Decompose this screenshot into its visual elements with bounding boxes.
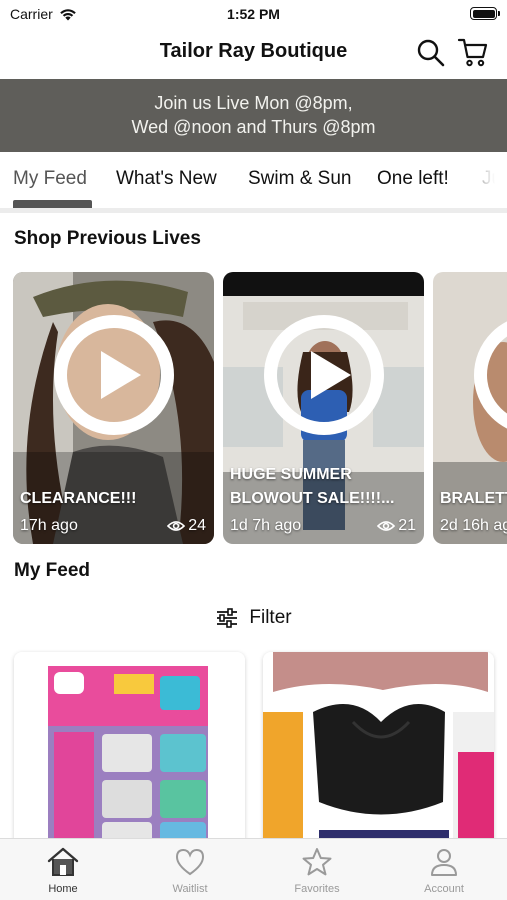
announcement-line-2: Wed @noon and Thurs @8pm (131, 117, 376, 137)
bottom-nav: Home Waitlist Favorites Account (0, 838, 507, 900)
status-bar: Carrier 1:52 PM (0, 0, 507, 28)
star-icon (302, 848, 332, 876)
tab-one-left[interactable]: One left! (377, 168, 449, 190)
cart-button[interactable] (457, 36, 489, 68)
heart-icon (175, 848, 205, 876)
category-tabs: My Feed What's New Swim & Sun One left! … (0, 152, 507, 208)
product-card[interactable] (263, 652, 494, 852)
live-card[interactable]: BRALETTES AND MORE 2d 16h ago (433, 272, 507, 544)
live-title: CLEARANCE!!! (20, 490, 137, 507)
nav-waitlist[interactable]: Waitlist (127, 847, 253, 895)
toy-display-image (14, 652, 245, 852)
search-icon (417, 39, 445, 67)
live-age: 1d 7h ago (230, 517, 302, 534)
nav-favorites[interactable]: Favorites (254, 847, 380, 895)
app-header: Tailor Ray Boutique (0, 28, 507, 78)
tabs-divider (0, 208, 507, 213)
bralette-display-image (263, 652, 494, 852)
live-views: 24 (188, 517, 206, 534)
tab-whats-new[interactable]: What's New (116, 168, 217, 190)
announcement-line-1: Join us Live Mon @8pm, (154, 93, 353, 113)
search-button[interactable] (416, 38, 446, 68)
person-icon (431, 849, 457, 876)
eye-icon (167, 521, 186, 531)
live-title: HUGE SUMMER BLOWOUT SALE!!!!... (230, 466, 395, 507)
tab-my-feed[interactable]: My Feed (13, 168, 87, 190)
filter-label: Filter (249, 607, 292, 628)
nav-account-label: Account (424, 883, 464, 895)
product-card[interactable] (14, 652, 245, 852)
live-views: 21 (398, 517, 416, 534)
eye-icon (377, 521, 396, 531)
live-card[interactable]: HUGE SUMMER BLOWOUT SALE!!!!... 1d 7h ag… (223, 272, 424, 544)
clock: 1:52 PM (227, 6, 280, 22)
nav-waitlist-label: Waitlist (172, 883, 208, 895)
live-title: BRALETTES AND MORE (440, 490, 507, 507)
play-icon (54, 315, 174, 435)
filter-button[interactable]: Filter (0, 606, 507, 630)
nav-home[interactable]: Home (0, 847, 126, 895)
active-tab-indicator (13, 200, 92, 208)
nav-account[interactable]: Account (381, 847, 507, 895)
tab-swim-and-sun[interactable]: Swim & Sun (248, 168, 351, 190)
lives-section-title: Shop Previous Lives (14, 228, 201, 249)
cart-icon (457, 38, 488, 67)
play-icon (264, 315, 384, 435)
home-icon (47, 847, 79, 876)
nav-home-label: Home (48, 883, 78, 895)
battery-icon (470, 7, 500, 20)
nav-favorites-label: Favorites (294, 883, 340, 895)
live-age: 17h ago (20, 517, 78, 534)
live-age: 2d 16h ago (440, 517, 507, 534)
live-card[interactable]: CLEARANCE!!! 17h ago 24 (13, 272, 214, 544)
feed-section-title: My Feed (14, 560, 91, 581)
announcement-banner: Join us Live Mon @8pm, Wed @noon and Thu… (0, 79, 507, 152)
sliders-icon (217, 608, 238, 628)
lives-carousel[interactable]: CLEARANCE!!! 17h ago 24 HUGE SUMMER BLOW… (0, 272, 507, 544)
